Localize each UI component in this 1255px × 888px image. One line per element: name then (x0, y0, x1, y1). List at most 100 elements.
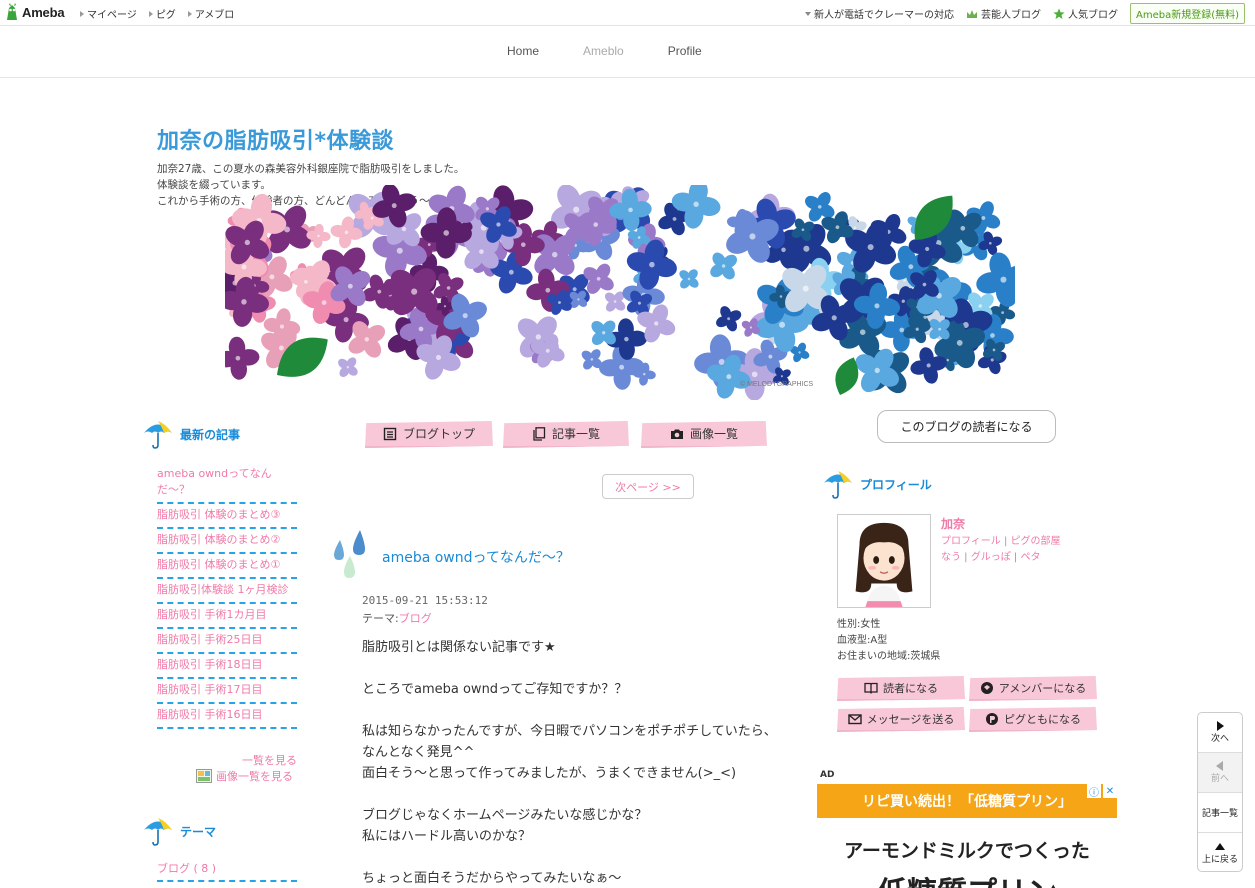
top-nav: マイページ ピグ アメブロ (80, 6, 234, 21)
triangle-right-icon (80, 10, 84, 17)
pager-next-button[interactable]: 次へ (1198, 713, 1242, 753)
recent-article-link[interactable]: 脂肪吸引体験談 1ヶ月検診 (157, 579, 297, 604)
register-button[interactable]: Ameba新規登録(無料) (1129, 3, 1245, 24)
floating-pager: 次へ 前へ 記事一覧 上に戻る (1197, 712, 1243, 872)
desc-line: 加奈27歳、この夏水の森美容外科銀座院で脂肪吸引をしました。 (157, 163, 465, 175)
triangle-right-icon (148, 10, 153, 17)
recent-articles-heading: 最新の記事 (142, 418, 240, 450)
ad-label: AD (820, 770, 835, 780)
now-link[interactable]: なう (941, 552, 961, 563)
article-paragraph: ブログじゃなくホームページみたいな感じかな？ (362, 808, 648, 823)
arrow-right-icon (1217, 721, 1224, 731)
see-list-link[interactable]: 一覧を見る (242, 752, 297, 768)
recent-article-link[interactable]: 脂肪吸引 体験のまとめ① (157, 554, 297, 579)
nav-label: アメブロ (194, 10, 235, 21)
region: お住まいの地域:茨城県 (837, 651, 941, 662)
amember-button[interactable]: アメンバーになる (969, 676, 1097, 701)
pigg-friend-button[interactable]: ピグともになる (969, 707, 1097, 732)
info-icon[interactable]: ⓘ (1087, 784, 1101, 799)
theme-item-blog[interactable]: ブログ ( 8 ) (157, 860, 297, 882)
nav-ameblo-tab[interactable]: Ameblo (583, 44, 624, 58)
pager-prev-button[interactable]: 前へ (1198, 753, 1242, 793)
top-right: 新人が電話でクレーマーの対応 芸能人ブログ 人気ブログ Ameba新規登録(無料… (804, 3, 1245, 24)
article-list-tab[interactable]: 記事一覧 (503, 421, 629, 448)
image-list-tab[interactable]: 画像一覧 (641, 421, 767, 448)
ad-controls: ⓘ ✕ (1087, 784, 1117, 799)
peta-link[interactable]: ペタ (1020, 552, 1040, 563)
nav-ameblo[interactable]: アメブロ (187, 6, 235, 21)
star-icon (1053, 8, 1065, 19)
send-message-button[interactable]: メッセージを送る (837, 707, 965, 732)
nav-label: ピグ (155, 10, 176, 21)
recent-article-link[interactable]: 脂肪吸引 手術1カ月目 (157, 604, 297, 629)
news-link[interactable]: 新人が電話でクレーマーの対応 (804, 6, 954, 21)
triangle-down-icon (804, 11, 811, 16)
pager-list-button[interactable]: 記事一覧 (1198, 793, 1242, 833)
article-paragraph: 脂肪吸引とは関係ない記事です★ (362, 640, 556, 655)
profile-link[interactable]: プロフィール (941, 536, 1001, 547)
recent-articles-list: ameba owndってなんだ〜？ 脂肪吸引 体験のまとめ③ 脂肪吸引 体験のまとめ… (157, 463, 297, 729)
recent-article-link[interactable]: 脂肪吸引 手術18日目 (157, 654, 297, 679)
nav-pigg[interactable]: ピグ (148, 6, 176, 21)
article-title[interactable]: ameba owndってなんだ〜？ (382, 547, 570, 567)
recent-article-link[interactable]: ameba owndってなんだ〜？ (157, 463, 297, 504)
theme-label: テーマ: (362, 612, 399, 625)
popular-blog-label: 人気ブログ (1067, 10, 1118, 21)
gender: 性別:女性 (837, 619, 881, 630)
pager-top-button[interactable]: 上に戻る (1198, 833, 1242, 871)
pigg-room-link[interactable]: ピグの部屋 (1011, 536, 1061, 547)
article-paragraph: 私は知らなかったんですが、今日暇でパソコンをポチポチしていたら、 (362, 724, 777, 739)
advertisement[interactable]: リピ買い続出！「低糖質プリン」 ⓘ ✕ アーモンドミルクでつくった 低糖質プリン (817, 784, 1117, 888)
reader-button[interactable]: 読者になる (837, 676, 965, 701)
logo-text: Ameba (22, 4, 65, 20)
nav-mypage[interactable]: マイページ (80, 6, 137, 21)
article-paragraph: ちょっと面白そうだからやってみたいなぁ〜 (362, 871, 622, 886)
tab-label: 画像一覧 (689, 427, 738, 441)
hydrangea-banner-image (225, 185, 1015, 400)
raindrops-icon (334, 530, 365, 578)
envelope-icon (847, 713, 862, 724)
blog-title[interactable]: 加奈の脂肪吸引*体験談 (157, 123, 394, 155)
groupo-link[interactable]: グルっぽ (971, 552, 1011, 563)
image-list-icon (196, 769, 212, 783)
recent-article-link[interactable]: 脂肪吸引 体験のまとめ③ (157, 504, 297, 529)
article-theme-link[interactable]: ブログ (399, 612, 432, 625)
popular-blog-link[interactable]: 人気ブログ (1053, 6, 1118, 21)
ameba-logo[interactable]: Ameba (5, 3, 65, 21)
blog-nav: Home Ameblo Profile (0, 27, 1255, 78)
profile-name[interactable]: 加奈 (941, 515, 965, 532)
umbrella-icon (144, 818, 172, 846)
theme-title: テーマ (180, 824, 217, 839)
blog-top-tab[interactable]: ブログトップ (365, 421, 493, 448)
recent-article-link[interactable]: 脂肪吸引 体験のまとめ② (157, 529, 297, 554)
pager-label: 前へ (1210, 774, 1229, 784)
become-reader-button[interactable]: このブログの読者になる (877, 410, 1056, 443)
camera-icon (670, 429, 683, 439)
article-paragraph: ところでameba owndってご存知ですか？？ (362, 682, 628, 697)
article-paragraph (362, 700, 782, 721)
article-theme: テーマ:ブログ (362, 610, 432, 626)
profile-heading: プロフィール (822, 468, 932, 500)
nav-home[interactable]: Home (507, 44, 539, 58)
celeb-blog-link[interactable]: 芸能人ブログ (966, 6, 1041, 21)
pager-label: 上に戻る (1201, 854, 1238, 865)
recent-article-link[interactable]: 脂肪吸引 手術16日目 (157, 704, 297, 729)
pager-label: 記事一覧 (1201, 809, 1238, 819)
arrow-up-icon (1215, 842, 1225, 850)
umbrella-icon (824, 471, 852, 499)
recent-article-link[interactable]: 脂肪吸引 手術25日目 (157, 629, 297, 654)
see-images-link[interactable]: 画像一覧を見る (196, 768, 293, 784)
next-page-button[interactable]: 次ページ >> (602, 474, 694, 499)
article-paragraph (362, 658, 782, 679)
profile-info: 性別:女性 血液型:A型 お住まいの地域:茨城県 (837, 617, 940, 665)
article-paragraph: なんとなく発見^^ (362, 745, 475, 760)
ad-subheadline: アーモンドミルクでつくった (844, 840, 1090, 862)
article-paragraph: 面白そう〜と思って作ってみましたが、うまくできません(>_<) (362, 766, 737, 781)
profile-avatar[interactable] (837, 514, 931, 608)
close-icon[interactable]: ✕ (1103, 784, 1117, 798)
recent-article-link[interactable]: 脂肪吸引 手術17日目 (157, 679, 297, 704)
see-images-label: 画像一覧を見る (216, 770, 293, 783)
nav-profile[interactable]: Profile (668, 44, 702, 58)
pigg-icon (986, 712, 998, 725)
arrow-left-icon (1216, 761, 1223, 771)
